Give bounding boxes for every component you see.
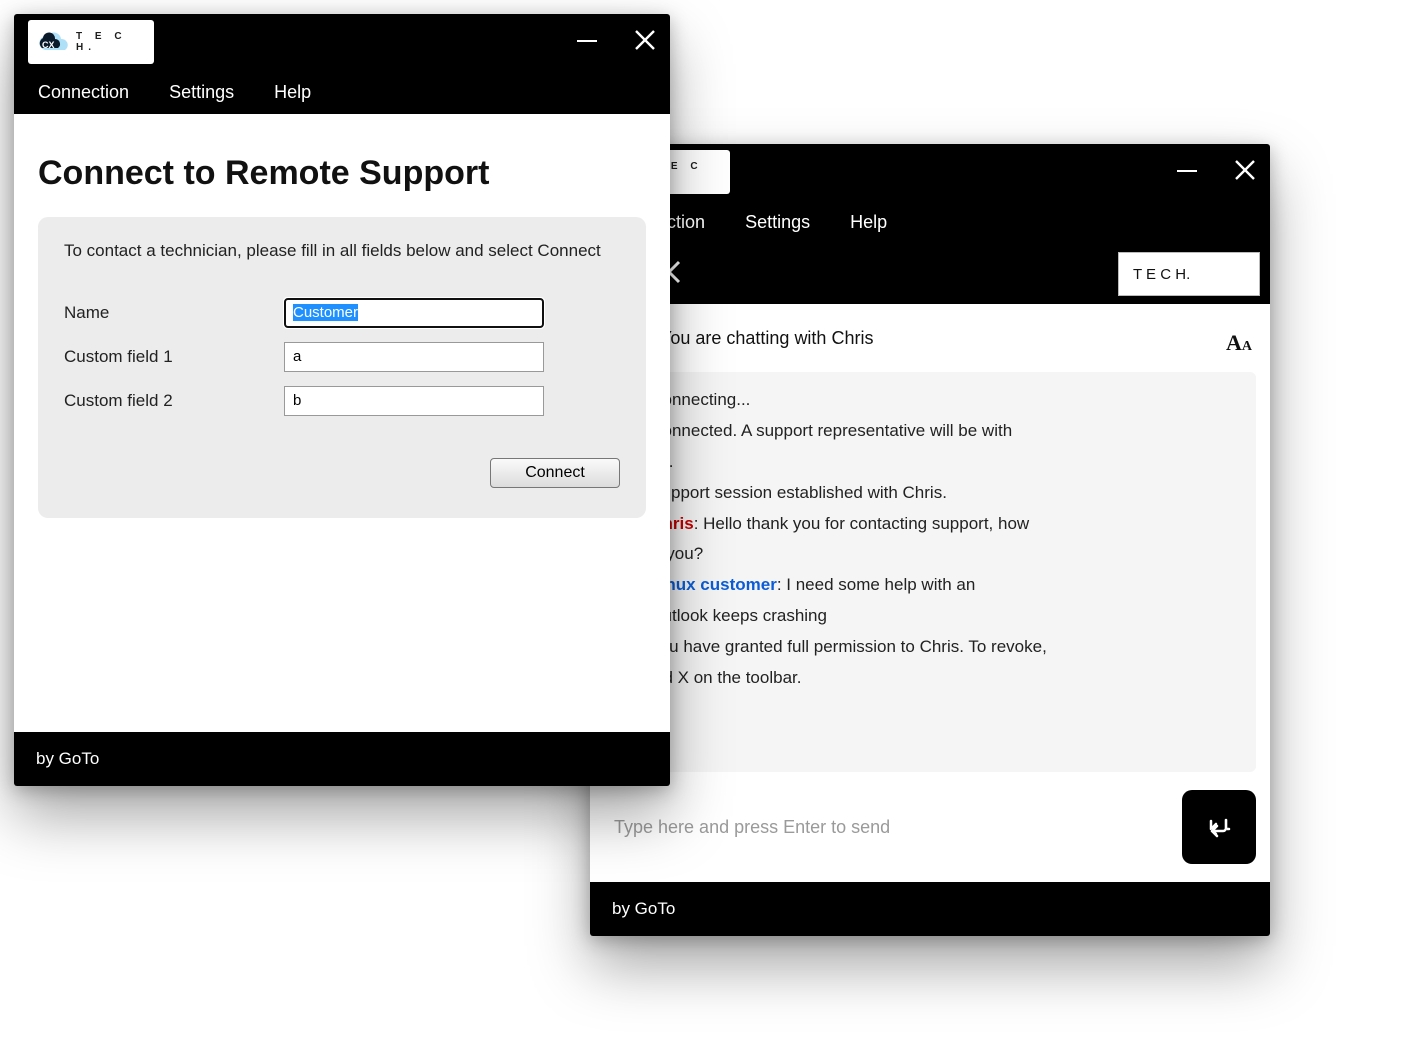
chat-line: AM Support session established with Chri… xyxy=(620,479,1240,508)
brand-logo: CX T E C H. xyxy=(28,20,154,64)
titlebar: CX T E C H. xyxy=(14,14,670,70)
chat-line: AM Chris: Hello thank you for contacting… xyxy=(620,510,1240,539)
menu-settings[interactable]: Settings xyxy=(169,82,234,103)
brand-text: T E C H. xyxy=(1133,266,1190,283)
footer-text: by GoTo xyxy=(612,899,675,919)
cloud-icon: CX xyxy=(36,30,70,54)
chat-line: the red X on the toolbar. xyxy=(620,664,1240,693)
titlebar: CX T E C H. xyxy=(590,144,1270,200)
chat-input[interactable] xyxy=(604,790,1166,864)
close-button[interactable] xyxy=(1234,159,1256,185)
menu-bar: Connection Settings Help xyxy=(14,70,670,114)
menu-help[interactable]: Help xyxy=(850,212,887,233)
connect-window: CX T E C H. Connection Settings Help Con… xyxy=(14,14,670,786)
font-size-button[interactable]: AA xyxy=(1226,330,1252,356)
chat-line: AM Connected. A support representative w… xyxy=(620,417,1240,446)
chat-input-bar xyxy=(604,790,1256,864)
name-label: Name xyxy=(64,303,284,323)
form-panel: To contact a technician, please fill in … xyxy=(38,217,646,518)
chat-client-area: CX T E C H. You are chatting with Chris … xyxy=(590,244,1270,882)
form-hint: To contact a technician, please fill in … xyxy=(64,239,620,264)
close-button[interactable] xyxy=(634,29,656,55)
cf1-label: Custom field 1 xyxy=(64,347,284,367)
chat-line: AM Connecting... xyxy=(620,386,1240,415)
brand-logo-mini: CX T E C H. xyxy=(1118,252,1260,296)
minimize-button[interactable] xyxy=(1174,157,1200,187)
custom-field-1-input[interactable] xyxy=(284,342,544,372)
brand-text: T E C H. xyxy=(76,31,146,53)
chat-log: AM Connecting...AM Connected. A support … xyxy=(604,372,1256,772)
minimize-button[interactable] xyxy=(574,27,600,57)
connect-button[interactable]: Connect xyxy=(490,458,620,488)
chat-line: AM You have granted full permission to C… xyxy=(620,633,1240,662)
cf2-label: Custom field 2 xyxy=(64,391,284,411)
send-button[interactable] xyxy=(1182,790,1256,864)
footer: by GoTo xyxy=(590,882,1270,936)
form-client-area: Connect to Remote Support To contact a t… xyxy=(14,114,670,732)
menu-connection[interactable]: Connection xyxy=(38,82,129,103)
svg-text:CX: CX xyxy=(42,40,55,50)
chat-line: I help you? xyxy=(620,540,1240,569)
page-title: Connect to Remote Support xyxy=(38,154,646,193)
chat-line: shortly. xyxy=(620,448,1240,477)
chat-line: AM Linux customer: I need some help with… xyxy=(620,571,1240,600)
menu-bar: Connection Settings Help xyxy=(590,200,1270,244)
session-bar: CX T E C H. xyxy=(590,244,1270,304)
menu-settings[interactable]: Settings xyxy=(745,212,810,233)
footer-text: by GoTo xyxy=(36,749,99,769)
chat-line: ate, outlook keeps crashing xyxy=(620,602,1240,631)
name-input[interactable] xyxy=(284,298,544,328)
custom-field-2-input[interactable] xyxy=(284,386,544,416)
chat-header: You are chatting with Chris AA xyxy=(590,304,1270,372)
chat-header-text: You are chatting with Chris xyxy=(660,328,873,349)
chat-window: CX T E C H. Connection Settings Help CX xyxy=(590,144,1270,936)
footer: by GoTo xyxy=(14,732,670,786)
menu-help[interactable]: Help xyxy=(274,82,311,103)
